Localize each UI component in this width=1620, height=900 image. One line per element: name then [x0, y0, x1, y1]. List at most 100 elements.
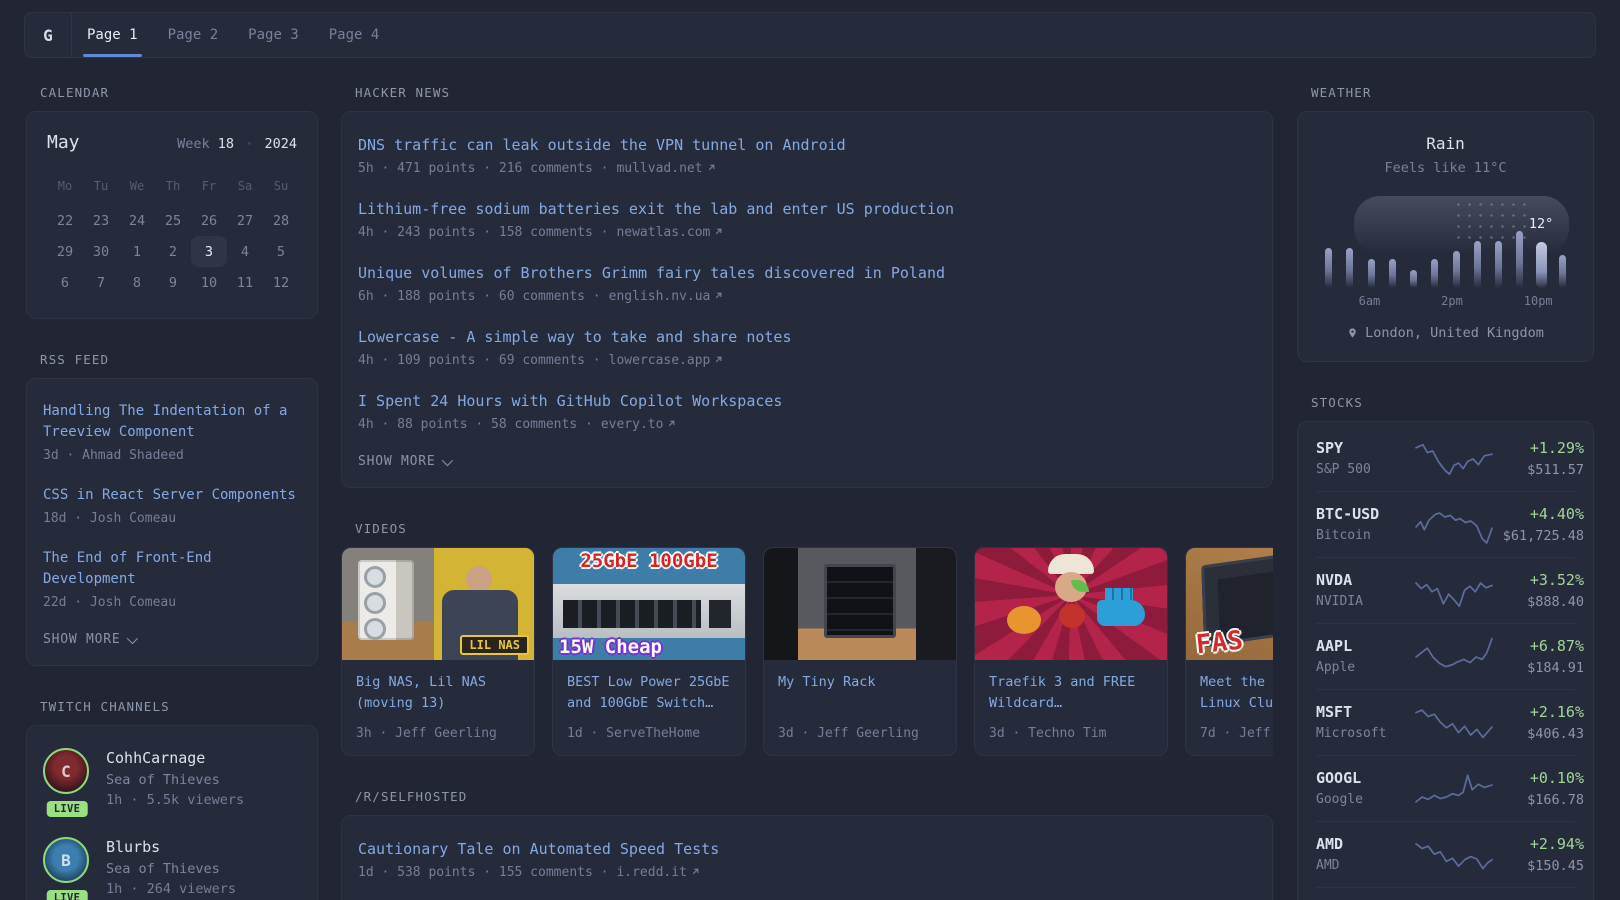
reddit-source-link[interactable]: i.redd.it [616, 865, 686, 880]
video-card[interactable]: 25GbE 100GbE 15W Cheap BEST Low Power 25… [552, 547, 746, 756]
hn-source-link[interactable]: mullvad.net [616, 161, 702, 176]
video-title[interactable]: Big NAS, Lil NAS (moving 13) [356, 672, 520, 714]
calendar-day: 23 [83, 205, 119, 236]
weather-bar [1516, 231, 1523, 288]
hn-item-title[interactable]: Lithium-free sodium batteries exit the l… [358, 198, 1256, 220]
video-card[interactable]: My Tiny Rack 3d · Jeff Geerling [763, 547, 957, 756]
tab-page-3[interactable]: Page 3 [233, 13, 314, 57]
video-title[interactable]: Traefik 3 and FREE Wildcard… [989, 672, 1153, 714]
video-thumbnail[interactable]: LIL NAS [342, 548, 534, 660]
weather-location-row: London, United Kingdom [1318, 325, 1573, 341]
calendar-day: 5 [263, 236, 299, 267]
stock-values: +0.10% $166.78 [1492, 768, 1584, 809]
calendar-section-title: CALENDAR [40, 85, 318, 100]
video-thumbnail[interactable]: FAS [1186, 548, 1273, 660]
calendar-day: 10 [191, 267, 227, 298]
rss-section-title: RSS FEED [40, 352, 318, 367]
hn-source-link[interactable]: newatlas.com [616, 225, 710, 240]
rss-item-title[interactable]: Handling The Indentation of a Treeview C… [43, 401, 301, 443]
stock-price: $406.43 [1492, 725, 1584, 743]
thumbnail-art [916, 548, 956, 660]
hn-item-title[interactable]: DNS traffic can leak outside the VPN tun… [358, 134, 1256, 156]
dow-label: Tu [83, 173, 119, 199]
live-badge: LIVE [47, 801, 88, 817]
stock-symbol: MSFT [1316, 702, 1416, 722]
separator-dot: · [245, 136, 253, 152]
week-number: 18 [218, 136, 234, 152]
channel-info: Blurbs Sea of Thieves 1h · 264 viewers [106, 837, 236, 899]
stocks-card: SPY S&P 500 +1.29% $511.57 BTC-USD Bitco… [1297, 421, 1594, 900]
rss-item-title[interactable]: CSS in React Server Components [43, 485, 301, 506]
twitch-channel-row[interactable]: B LIVE Blurbs Sea of Thieves 1h · 264 vi… [43, 837, 301, 899]
video-meta: 1d · ServeTheHome [567, 726, 731, 741]
stock-sparkline [1416, 637, 1492, 677]
rss-item-title[interactable]: The End of Front-End Development [43, 548, 301, 590]
weather-bar [1389, 259, 1396, 288]
external-link-icon [666, 418, 677, 429]
weather-bar [1346, 248, 1353, 288]
rss-show-more-button[interactable]: SHOW MORE [43, 632, 301, 647]
hn-source-link[interactable]: english.nv.ua [609, 289, 711, 304]
stock-sparkline [1416, 439, 1492, 479]
hn-show-more-button[interactable]: SHOW MORE [358, 454, 1256, 469]
tab-page-1[interactable]: Page 1 [72, 13, 153, 57]
calendar-day: 30 [83, 236, 119, 267]
stock-row[interactable]: BTC-USD Bitcoin +4.40% $61,725.48 [1316, 491, 1575, 557]
weather-bar [1474, 241, 1481, 288]
stock-row[interactable]: GOOGL Google +0.10% $166.78 [1316, 755, 1575, 821]
stock-sparkline [1416, 769, 1492, 809]
video-thumbnail[interactable] [975, 548, 1167, 660]
video-card[interactable]: LIL NAS Big NAS, Lil NAS (moving 13) 3h … [341, 547, 535, 756]
stock-change: +4.40% [1492, 504, 1584, 524]
weather-time-label: 2pm [1441, 294, 1463, 308]
video-title[interactable]: BEST Low Power 25GbE and 100GbE Switch… [567, 672, 731, 714]
calendar-day: 12 [263, 267, 299, 298]
twitch-channel-row[interactable]: C LIVE CohhCarnage Sea of Thieves 1h · 5… [43, 748, 301, 810]
weather-card: Rain Feels like 11°C 12° 6am2pm10pm Lond… [1297, 111, 1594, 362]
channel-name[interactable]: CohhCarnage [106, 748, 244, 768]
calendar-grid-dow: Mo Tu We Th Fr Sa Su [47, 173, 297, 205]
stock-row[interactable]: RDDT -1.65% [1316, 887, 1575, 900]
stock-row[interactable]: SPY S&P 500 +1.29% $511.57 [1316, 426, 1575, 491]
weather-bar-slot [1488, 196, 1509, 288]
reddit-item-title[interactable]: Cautionary Tale on Automated Speed Tests [358, 838, 1256, 860]
rss-item: CSS in React Server Components 18d · Jos… [43, 485, 301, 528]
hn-item-title[interactable]: I Spent 24 Hours with GitHub Copilot Wor… [358, 390, 1256, 412]
stocks-section-title: STOCKS [1311, 395, 1594, 410]
external-link-icon [690, 866, 701, 877]
videos-widget: VIDEOS LIL NAS [341, 521, 1273, 756]
weather-bar [1453, 251, 1460, 288]
tab-page-4[interactable]: Page 4 [314, 13, 395, 57]
dow-label: Mo [47, 173, 83, 199]
video-title[interactable]: Meet the Linux Clu [1200, 672, 1273, 714]
hn-source-link[interactable]: lowercase.app [609, 353, 711, 368]
dow-label: Sa [227, 173, 263, 199]
thumbnail-art [364, 566, 386, 588]
video-card[interactable]: Traefik 3 and FREE Wildcard… 3d · Techno… [974, 547, 1168, 756]
stock-row[interactable]: AAPL Apple +6.87% $184.91 [1316, 623, 1575, 689]
video-thumbnail[interactable]: 25GbE 100GbE 15W Cheap [553, 548, 745, 660]
hn-source-link[interactable]: every.to [601, 417, 664, 432]
week-label: Week [177, 136, 210, 152]
tab-page-2[interactable]: Page 2 [153, 13, 234, 57]
weather-time-label: 10pm [1524, 294, 1553, 308]
calendar-week-info: Week 18 · 2024 [177, 136, 297, 152]
video-title[interactable]: My Tiny Rack [778, 672, 942, 714]
stock-row[interactable]: MSFT Microsoft +2.16% $406.43 [1316, 689, 1575, 755]
stock-name: Bitcoin [1316, 527, 1416, 545]
stock-row[interactable]: NVDA NVIDIA +3.52% $888.40 [1316, 557, 1575, 623]
calendar-widget: CALENDAR May Week 18 · 2024 Mo Tu [26, 85, 318, 319]
weather-bar-slot [1318, 196, 1339, 288]
video-card-body: Big NAS, Lil NAS (moving 13) 3h · Jeff G… [342, 660, 534, 755]
thumbnail-art [1048, 554, 1094, 574]
stock-row[interactable]: AMD AMD +2.94% $150.45 [1316, 821, 1575, 887]
hn-item-title[interactable]: Unique volumes of Brothers Grimm fairy t… [358, 262, 1256, 284]
calendar-day: 29 [47, 236, 83, 267]
weather-condition: Rain [1318, 134, 1573, 153]
video-card[interactable]: FAS Meet the Linux Clu 7d · Jeff [1185, 547, 1273, 756]
channel-name[interactable]: Blurbs [106, 837, 236, 857]
weather-bar-slot [1361, 196, 1382, 288]
hn-item-title[interactable]: Lowercase - A simple way to take and sha… [358, 326, 1256, 348]
video-thumbnail[interactable] [764, 548, 956, 660]
weather-time-label [1553, 294, 1573, 308]
